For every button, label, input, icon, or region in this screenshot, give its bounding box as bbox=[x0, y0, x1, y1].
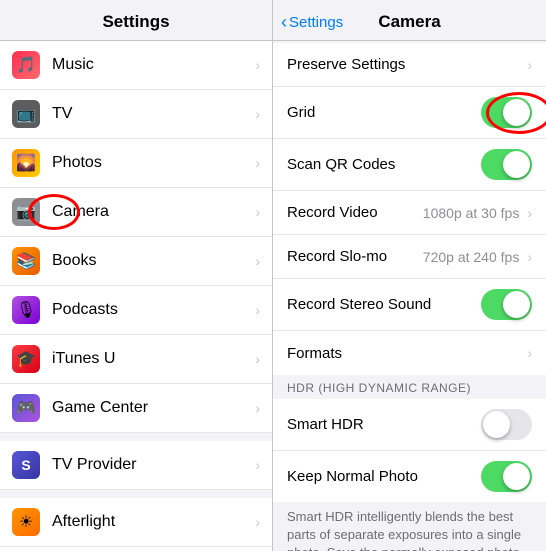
camera-label: Camera bbox=[52, 203, 251, 221]
books-icon: 📚 bbox=[12, 247, 40, 275]
sidebar-item-music[interactable]: 🎵 Music › bbox=[0, 41, 272, 90]
recordstereo-label: Record Stereo Sound bbox=[287, 296, 481, 313]
sidebar-item-podcasts[interactable]: 🎙 Podcasts › bbox=[0, 286, 272, 335]
afterlight-label: Afterlight bbox=[52, 513, 251, 531]
left-panel: Settings 🎵 Music › 📺 TV › 🌄 Photos › 📷 C… bbox=[0, 0, 273, 551]
recordslomo-value: 720p at 240 fps bbox=[423, 249, 520, 265]
camera-settings-section: Preserve Settings › Grid Scan QR Codes R… bbox=[273, 43, 546, 375]
tvprovider-label: TV Provider bbox=[52, 456, 251, 474]
left-panel-header: Settings bbox=[0, 0, 272, 41]
music-label: Music bbox=[52, 56, 251, 74]
tv-icon: 📺 bbox=[12, 100, 40, 128]
recordstereo-toggle-knob bbox=[503, 291, 530, 318]
music-icon: 🎵 bbox=[12, 51, 40, 79]
sidebar-item-tv[interactable]: 📺 TV › bbox=[0, 90, 272, 139]
recordvideo-label: Record Video bbox=[287, 204, 423, 221]
hdr-section-label: HDR (HIGH DYNAMIC RANGE) bbox=[273, 375, 546, 399]
recordvideo-chevron-icon: › bbox=[527, 205, 532, 221]
preserve-label: Preserve Settings bbox=[287, 56, 523, 73]
grid-label: Grid bbox=[287, 104, 481, 121]
settings-list: 🎵 Music › 📺 TV › 🌄 Photos › 📷 Camera › 📚… bbox=[0, 41, 272, 551]
afterlight-chevron-icon: › bbox=[255, 514, 260, 530]
camera-chevron-icon: › bbox=[255, 204, 260, 220]
back-chevron-icon: ‹ bbox=[281, 12, 287, 33]
right-panel: ‹ Settings Camera Preserve Settings › Gr… bbox=[273, 0, 546, 551]
gamecenter-label: Game Center bbox=[52, 399, 251, 417]
recordvideo-item[interactable]: Record Video 1080p at 30 fps › bbox=[273, 191, 546, 235]
smarthdr-toggle-knob bbox=[483, 411, 510, 438]
scanqr-item[interactable]: Scan QR Codes bbox=[273, 139, 546, 191]
hdr-description: Smart HDR intelligently blends the best … bbox=[273, 502, 546, 551]
photos-label: Photos bbox=[52, 154, 251, 172]
sidebar-item-itunes[interactable]: 🎓 iTunes U › bbox=[0, 335, 272, 384]
tv-label: TV bbox=[52, 105, 251, 123]
afterlight-icon: ☀ bbox=[12, 508, 40, 536]
tvprovider-chevron-icon: › bbox=[255, 457, 260, 473]
books-chevron-icon: › bbox=[255, 253, 260, 269]
photos-icon: 🌄 bbox=[12, 149, 40, 177]
gamecenter-icon: 🎮 bbox=[12, 394, 40, 422]
sidebar-item-afterlight[interactable]: ☀ Afterlight › bbox=[0, 498, 272, 547]
back-label: Settings bbox=[289, 14, 343, 31]
back-button[interactable]: ‹ Settings bbox=[281, 12, 343, 33]
preserve-chevron-icon: › bbox=[527, 57, 532, 73]
tvprovider-icon: S bbox=[12, 451, 40, 479]
sidebar-item-tvprovider[interactable]: S TV Provider › bbox=[0, 441, 272, 490]
sidebar-item-airbrush[interactable]: ✦ AirBrush › bbox=[0, 547, 272, 551]
podcasts-chevron-icon: › bbox=[255, 302, 260, 318]
grid-toggle-knob bbox=[503, 99, 530, 126]
smarthdr-item[interactable]: Smart HDR bbox=[273, 399, 546, 451]
recordslomo-chevron-icon: › bbox=[527, 249, 532, 265]
keepnormal-label: Keep Normal Photo bbox=[287, 468, 481, 485]
scanqr-label: Scan QR Codes bbox=[287, 156, 481, 173]
recordstereo-toggle[interactable] bbox=[481, 289, 532, 320]
hdr-section: Smart HDR Keep Normal Photo bbox=[273, 399, 546, 502]
podcasts-label: Podcasts bbox=[52, 301, 251, 319]
preserve-settings-item[interactable]: Preserve Settings › bbox=[273, 43, 546, 87]
smarthdr-toggle[interactable] bbox=[481, 409, 532, 440]
music-chevron-icon: › bbox=[255, 57, 260, 73]
sidebar-item-photos[interactable]: 🌄 Photos › bbox=[0, 139, 272, 188]
keepnormal-item[interactable]: Keep Normal Photo bbox=[273, 451, 546, 502]
recordslomo-label: Record Slo-mo bbox=[287, 248, 423, 265]
keepnormal-toggle-knob bbox=[503, 463, 530, 490]
sidebar-item-gamecenter[interactable]: 🎮 Game Center › bbox=[0, 384, 272, 433]
scanqr-toggle-knob bbox=[503, 151, 530, 178]
sidebar-item-camera[interactable]: 📷 Camera › bbox=[0, 188, 272, 237]
tv-chevron-icon: › bbox=[255, 106, 260, 122]
itunes-chevron-icon: › bbox=[255, 351, 260, 367]
books-label: Books bbox=[52, 252, 251, 270]
formats-label: Formats bbox=[287, 345, 523, 362]
formats-chevron-icon: › bbox=[527, 345, 532, 361]
formats-item[interactable]: Formats › bbox=[273, 331, 546, 375]
gamecenter-chevron-icon: › bbox=[255, 400, 260, 416]
smarthdr-label: Smart HDR bbox=[287, 416, 481, 433]
sidebar-item-books[interactable]: 📚 Books › bbox=[0, 237, 272, 286]
podcasts-icon: 🎙 bbox=[12, 296, 40, 324]
scanqr-toggle[interactable] bbox=[481, 149, 532, 180]
grid-toggle[interactable] bbox=[481, 97, 532, 128]
itunes-label: iTunes U bbox=[52, 350, 251, 368]
right-header: ‹ Settings Camera bbox=[273, 0, 546, 41]
itunes-icon: 🎓 bbox=[12, 345, 40, 373]
recordstereo-item[interactable]: Record Stereo Sound bbox=[273, 279, 546, 331]
camera-highlight-circle bbox=[28, 194, 80, 230]
recordvideo-value: 1080p at 30 fps bbox=[423, 205, 520, 221]
recordslomo-item[interactable]: Record Slo-mo 720p at 240 fps › bbox=[273, 235, 546, 279]
keepnormal-toggle[interactable] bbox=[481, 461, 532, 492]
grid-item[interactable]: Grid bbox=[273, 87, 546, 139]
photos-chevron-icon: › bbox=[255, 155, 260, 171]
